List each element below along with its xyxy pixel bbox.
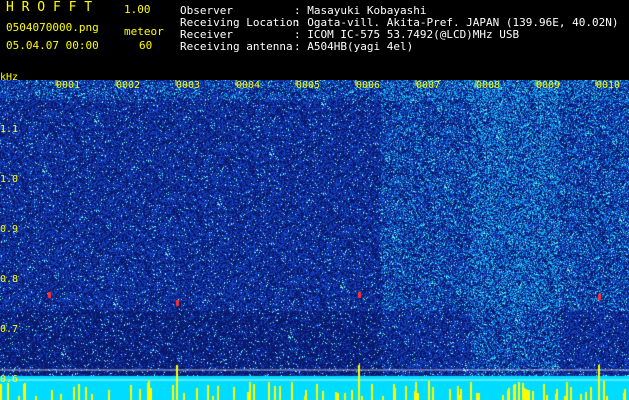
x-tick-label: 0001	[56, 80, 81, 91]
app-title: H R O F F T	[6, 0, 93, 15]
version-label: 1.00	[124, 3, 151, 16]
y-tick-label: 0.6	[0, 374, 19, 385]
filename-label: 0504070000.png	[6, 21, 99, 34]
y-unit-label: kHz	[0, 72, 19, 83]
spectrogram-canvas	[0, 80, 629, 400]
datetime-label: 05.04.07 00:00	[6, 39, 99, 52]
y-tick-label: 0.8	[0, 274, 19, 285]
x-tick-label: 0009	[536, 80, 561, 91]
x-tick-label: 0008	[476, 80, 501, 91]
x-tick-label: 0003	[176, 80, 201, 91]
y-tick-label: 0.9	[0, 224, 19, 235]
count-label: 60	[139, 39, 153, 52]
x-tick-label: 0005	[296, 80, 321, 91]
info-label-antenna: Receiving antenna	[180, 40, 293, 53]
x-tick-label: 0006	[356, 80, 381, 91]
y-tick-label: 0.7	[0, 324, 19, 335]
x-tick-label: 0007	[416, 80, 441, 91]
x-tick-label: 0004	[236, 80, 261, 91]
mode-label: meteor	[124, 25, 164, 38]
y-tick-label: 1.0	[0, 174, 19, 185]
y-tick-label: 1.1	[0, 124, 19, 135]
x-tick-label: 0002	[116, 80, 141, 91]
x-tick-label: 0010	[596, 80, 621, 91]
info-value-antenna: : A504HB(yagi 4el)	[294, 40, 414, 53]
header-panel: H R O F F T 1.00 0504070000.png meteor 0…	[0, 0, 629, 80]
